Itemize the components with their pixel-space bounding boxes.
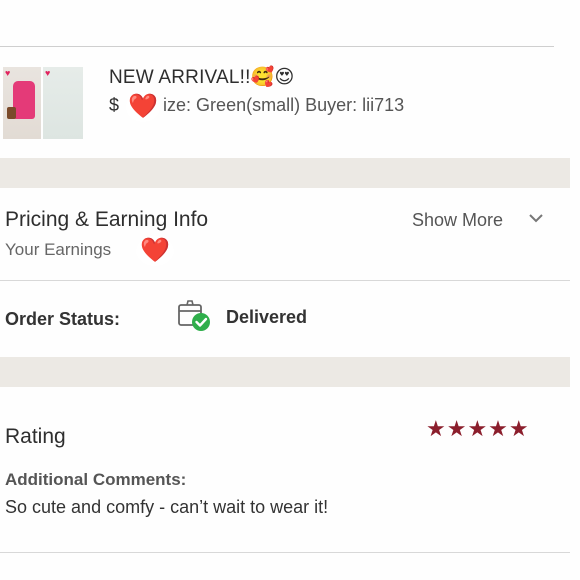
heart-tag-icon: ♥ (45, 68, 51, 78)
product-size-buyer: ize: Green(small) Buyer: lii713 (163, 95, 405, 115)
pink-dress-image (13, 81, 35, 119)
product-title: NEW ARRIVAL!!🥰😍 (109, 67, 295, 88)
additional-comments-label: Additional Comments: (5, 470, 187, 489)
thumbnail-photo-green: ♥ (43, 67, 83, 139)
product-thumbnail[interactable]: ♥ ♥ (3, 67, 83, 139)
section-separator (0, 158, 570, 188)
rating-stars: ★★★★★ (426, 416, 530, 441)
earnings-label: Your Earnings (5, 240, 112, 259)
section-separator (0, 357, 570, 387)
heart-sticker-icon: ❤️ (136, 236, 174, 266)
order-status-label: Order Status: (5, 309, 121, 329)
price-prefix: $ (109, 95, 120, 115)
handbag-image (7, 107, 16, 119)
package-delivered-icon (178, 300, 210, 331)
pricing-section: Pricing & Earning Info Your Earnings ❤️ … (0, 188, 580, 280)
show-more-button[interactable]: Show More (412, 210, 503, 231)
chevron-down-icon[interactable] (528, 210, 544, 226)
product-row[interactable]: ♥ ♥ NEW ARRIVAL!!🥰😍 $ ize: Green(small) … (0, 47, 580, 157)
thumbnail-photo-pink: ♥ (3, 67, 41, 139)
heart-tag-icon: ♥ (5, 68, 11, 78)
bottom-divider (0, 552, 570, 553)
order-status-value: Delivered (226, 307, 308, 327)
heart-sticker-icon: ❤️ (126, 92, 160, 122)
pricing-title: Pricing & Earning Info (5, 208, 209, 231)
rating-label: Rating (5, 425, 66, 448)
divider (0, 280, 570, 281)
comment-text: So cute and comfy - can’t wait to wear i… (5, 497, 329, 517)
